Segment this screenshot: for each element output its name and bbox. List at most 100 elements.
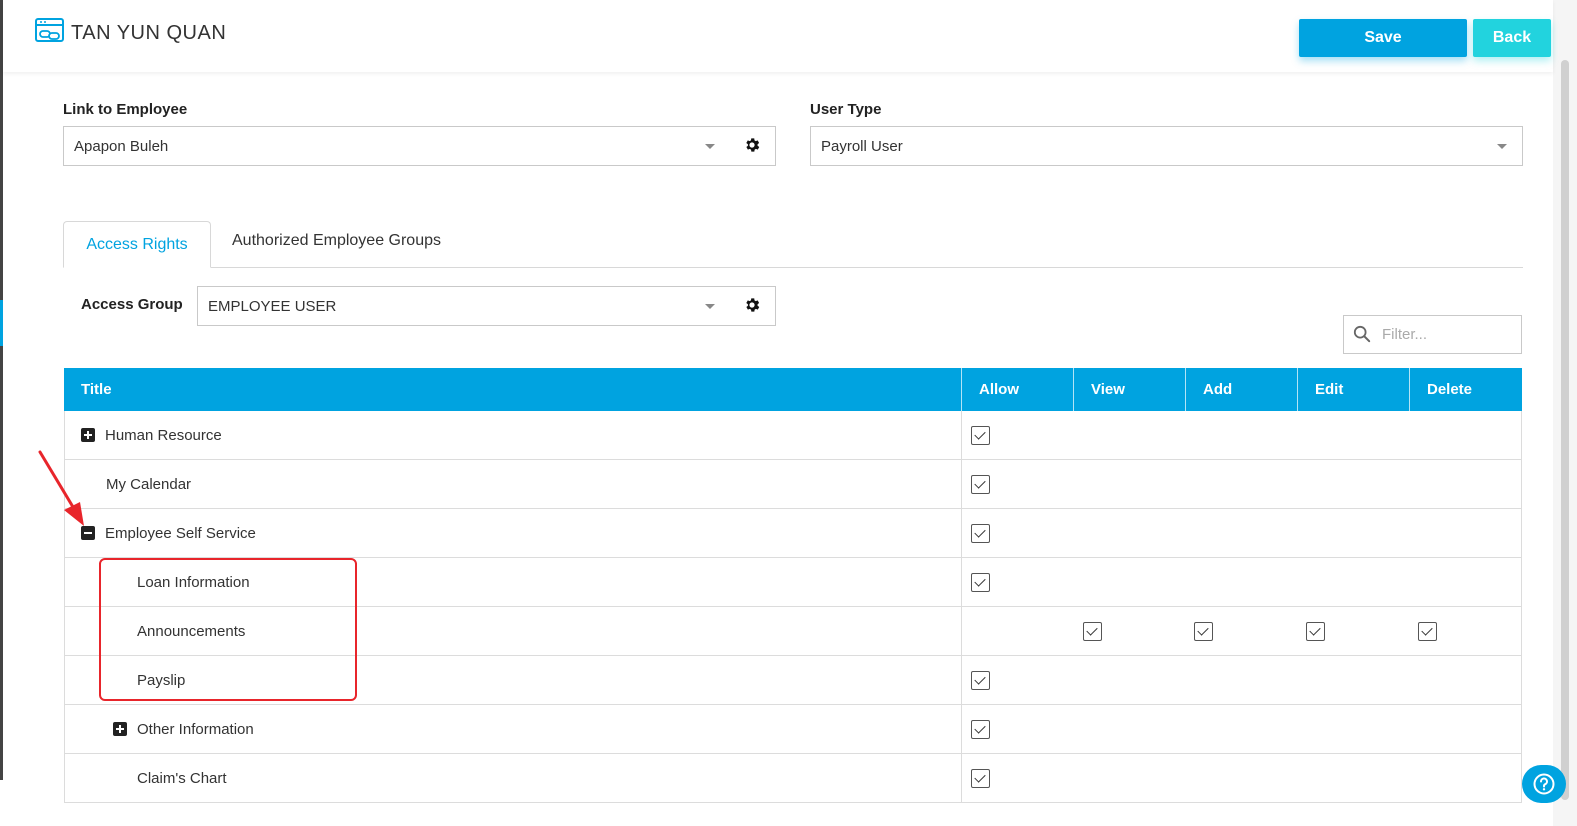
cell-allow bbox=[962, 656, 1074, 704]
table-row: Human Resource bbox=[64, 411, 1522, 460]
view-checkbox[interactable] bbox=[1082, 621, 1102, 641]
scrollbar-thumb[interactable] bbox=[1561, 60, 1569, 800]
cell-edit bbox=[1297, 705, 1409, 753]
cell-allow bbox=[962, 607, 1074, 655]
cell-view bbox=[1074, 754, 1186, 802]
cell-view bbox=[1074, 558, 1186, 606]
cell-delete bbox=[1409, 460, 1521, 508]
allow-checkbox[interactable] bbox=[970, 572, 990, 592]
row-title: Announcements bbox=[137, 622, 246, 640]
row-title-cell: Other Information bbox=[65, 705, 962, 753]
cell-edit bbox=[1297, 607, 1409, 655]
cell-view bbox=[1074, 411, 1186, 459]
help-button[interactable] bbox=[1522, 765, 1566, 803]
gear-icon[interactable] bbox=[743, 136, 761, 154]
allow-checkbox[interactable] bbox=[970, 474, 990, 494]
cell-edit bbox=[1297, 411, 1409, 459]
table-row: Claim's Chart bbox=[64, 754, 1522, 803]
allow-checkbox[interactable] bbox=[970, 670, 990, 690]
cell-delete bbox=[1409, 754, 1521, 802]
cell-view bbox=[1074, 509, 1186, 557]
column-header-view[interactable]: View bbox=[1074, 368, 1186, 411]
cell-add bbox=[1185, 656, 1297, 704]
cell-delete bbox=[1409, 558, 1521, 606]
cell-add bbox=[1185, 705, 1297, 753]
grid-header: Title Allow View Add Edit Delete bbox=[64, 368, 1522, 411]
allow-checkbox[interactable] bbox=[970, 719, 990, 739]
user-link-icon bbox=[35, 18, 64, 42]
cell-delete bbox=[1409, 509, 1521, 557]
cell-edit bbox=[1297, 656, 1409, 704]
cell-allow bbox=[962, 754, 1074, 802]
cell-delete bbox=[1409, 705, 1521, 753]
cell-view bbox=[1074, 705, 1186, 753]
cell-delete bbox=[1409, 607, 1521, 655]
grid-body: Human Resource My Calendar Employee Self S… bbox=[64, 411, 1522, 803]
row-title: Claim's Chart bbox=[137, 769, 227, 787]
chevron-down-icon[interactable] bbox=[705, 304, 715, 309]
column-header-add[interactable]: Add bbox=[1186, 368, 1298, 411]
search-icon bbox=[1353, 325, 1371, 343]
column-header-allow[interactable]: Allow bbox=[962, 368, 1074, 411]
page-scrollbar[interactable] bbox=[1553, 0, 1577, 826]
page-title: TAN YUN QUAN bbox=[71, 22, 227, 44]
cell-add bbox=[1185, 754, 1297, 802]
table-row: Payslip bbox=[64, 656, 1522, 705]
cell-allow bbox=[962, 460, 1074, 508]
row-title-cell: My Calendar bbox=[65, 460, 962, 508]
back-button[interactable]: Back bbox=[1473, 19, 1551, 57]
row-title: My Calendar bbox=[106, 475, 192, 493]
left-edge-strip bbox=[0, 0, 3, 780]
tab-authorized-employee-groups[interactable]: Authorized Employee Groups bbox=[232, 232, 441, 250]
table-row: Employee Self Service bbox=[64, 509, 1522, 558]
expand-plus-icon[interactable] bbox=[81, 428, 95, 442]
access-group-select[interactable]: EMPLOYEE USER bbox=[197, 286, 776, 326]
access-group-value: EMPLOYEE USER bbox=[208, 297, 337, 315]
user-type-label: User Type bbox=[810, 101, 882, 118]
table-row: Loan Information bbox=[64, 558, 1522, 607]
cell-allow bbox=[962, 705, 1074, 753]
left-edge-accent bbox=[0, 300, 3, 346]
save-button[interactable]: Save bbox=[1299, 19, 1467, 57]
row-title: Human Resource bbox=[105, 426, 222, 444]
collapse-minus-icon[interactable] bbox=[81, 526, 95, 540]
column-header-delete[interactable]: Delete bbox=[1410, 368, 1522, 411]
row-title-cell: Payslip bbox=[65, 656, 962, 704]
cell-edit bbox=[1297, 460, 1409, 508]
row-title: Loan Information bbox=[137, 573, 250, 591]
cell-view bbox=[1074, 460, 1186, 508]
expand-plus-icon[interactable] bbox=[113, 722, 127, 736]
cell-allow bbox=[962, 558, 1074, 606]
row-title-cell: Loan Information bbox=[65, 558, 962, 606]
edit-checkbox[interactable] bbox=[1306, 621, 1326, 641]
cell-view bbox=[1074, 656, 1186, 704]
table-row: Other Information bbox=[64, 705, 1522, 754]
access-group-label: Access Group bbox=[81, 296, 183, 313]
table-row: Announcements bbox=[64, 607, 1522, 656]
cell-edit bbox=[1297, 509, 1409, 557]
column-header-title[interactable]: Title bbox=[64, 368, 962, 411]
column-header-edit[interactable]: Edit bbox=[1298, 368, 1410, 411]
add-checkbox[interactable] bbox=[1194, 621, 1214, 641]
cell-edit bbox=[1297, 754, 1409, 802]
cell-allow bbox=[962, 509, 1074, 557]
cell-delete bbox=[1409, 411, 1521, 459]
allow-checkbox[interactable] bbox=[970, 523, 990, 543]
allow-checkbox[interactable] bbox=[970, 425, 990, 445]
allow-checkbox[interactable] bbox=[970, 768, 990, 788]
access-rights-grid: Title Allow View Add Edit Delete Human R… bbox=[64, 368, 1522, 803]
tabs-divider bbox=[63, 267, 1523, 268]
delete-checkbox[interactable] bbox=[1418, 621, 1438, 641]
chevron-down-icon[interactable] bbox=[1497, 144, 1507, 149]
row-title: Payslip bbox=[137, 671, 186, 689]
tab-access-rights[interactable]: Access Rights bbox=[63, 221, 211, 268]
cell-add bbox=[1185, 411, 1297, 459]
gear-icon[interactable] bbox=[743, 296, 761, 314]
chevron-down-icon[interactable] bbox=[705, 144, 715, 149]
link-to-employee-value: Apapon Buleh bbox=[74, 137, 169, 155]
row-title-cell: Employee Self Service bbox=[65, 509, 962, 557]
user-type-select[interactable]: Payroll User bbox=[810, 126, 1523, 166]
page-header: TAN YUN QUAN Save Back bbox=[3, 0, 1553, 72]
cell-view bbox=[1074, 607, 1186, 655]
link-to-employee-select[interactable]: Apapon Buleh bbox=[63, 126, 776, 166]
